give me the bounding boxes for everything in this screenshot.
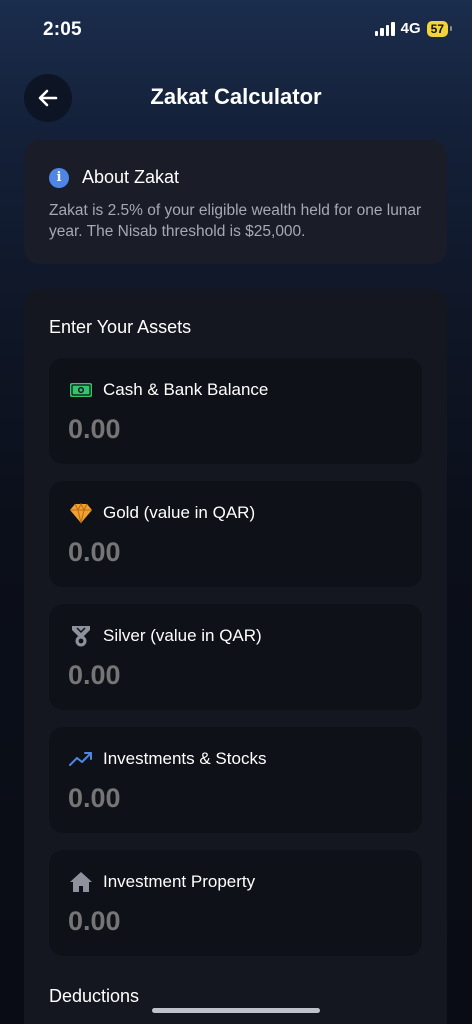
cash-field-header: Cash & Bank Balance bbox=[69, 378, 268, 402]
header: Zakat Calculator bbox=[0, 72, 472, 124]
investments-field[interactable]: Investments & Stocks bbox=[49, 727, 422, 833]
about-header: i About Zakat bbox=[49, 167, 179, 188]
investments-label: Investments & Stocks bbox=[103, 749, 267, 768]
investments-input[interactable] bbox=[68, 783, 398, 814]
house-icon bbox=[69, 870, 93, 894]
gold-label: Gold (value in QAR) bbox=[103, 503, 256, 522]
home-indicator[interactable] bbox=[152, 1008, 320, 1013]
status-time: 2:05 bbox=[43, 19, 82, 40]
silver-label: Silver (value in QAR) bbox=[103, 626, 262, 645]
status-bar: 2:05 4G 57 bbox=[0, 0, 472, 60]
about-zakat-card: i About Zakat Zakat is 2.5% of your elig… bbox=[24, 140, 447, 264]
gold-field-header: Gold (value in QAR) bbox=[69, 501, 255, 525]
cash-label: Cash & Bank Balance bbox=[103, 380, 269, 399]
diamond-icon bbox=[69, 501, 93, 525]
about-description: Zakat is 2.5% of your eligible wealth he… bbox=[49, 202, 422, 240]
property-label: Investment Property bbox=[103, 872, 256, 891]
cash-field[interactable]: Cash & Bank Balance bbox=[49, 358, 422, 464]
medal-icon bbox=[69, 624, 93, 648]
investments-field-header: Investments & Stocks bbox=[69, 747, 266, 771]
about-title: About Zakat bbox=[82, 167, 180, 187]
cash-input[interactable] bbox=[68, 414, 398, 445]
status-indicators: 4G 57 bbox=[374, 20, 453, 37]
assets-card: Enter Your Assets Cash & Bank Balance 0.… bbox=[24, 289, 447, 1024]
deductions-section-title: Deductions bbox=[49, 986, 140, 1006]
silver-field[interactable]: Silver (value in QAR) bbox=[49, 604, 422, 710]
property-field-header: Investment Property bbox=[69, 870, 255, 894]
info-icon: i bbox=[49, 167, 69, 188]
battery-icon: 57 bbox=[426, 20, 453, 37]
property-field[interactable]: Investment Property bbox=[49, 850, 422, 956]
gold-field[interactable]: Gold (value in QAR) bbox=[49, 481, 422, 587]
gold-input[interactable] bbox=[68, 537, 398, 568]
money-icon bbox=[69, 378, 93, 402]
network-label: 4G bbox=[400, 20, 421, 37]
trending-up-icon bbox=[69, 747, 93, 771]
page-title: Zakat Calculator bbox=[150, 84, 322, 109]
silver-field-header: Silver (value in QAR) bbox=[69, 624, 262, 648]
assets-section-title: Enter Your Assets bbox=[49, 317, 192, 337]
silver-input[interactable] bbox=[68, 660, 398, 691]
signal-icon bbox=[374, 21, 395, 36]
property-input[interactable] bbox=[68, 906, 398, 937]
